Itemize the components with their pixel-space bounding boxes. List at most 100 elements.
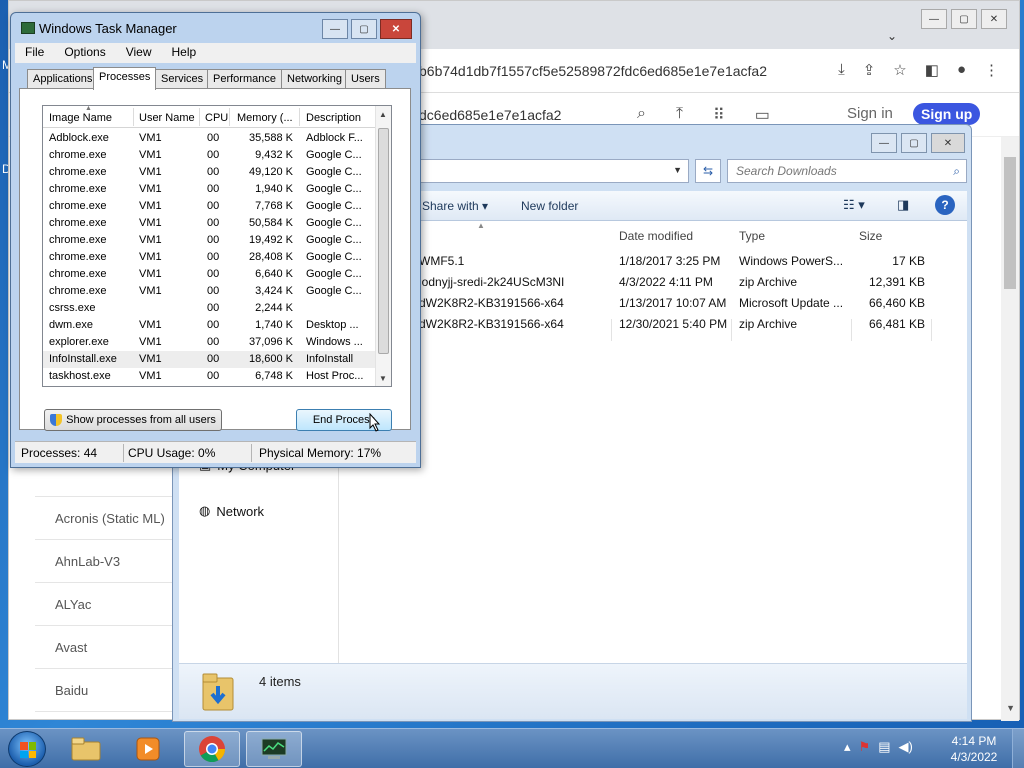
minimize-button[interactable]: —	[871, 133, 897, 153]
list-item[interactable]: AhnLab-V3	[35, 540, 175, 583]
bookmark-star-icon[interactable]: ☆	[893, 61, 906, 79]
preview-pane-icon[interactable]: ◨	[897, 197, 909, 213]
taskbar-chrome[interactable]	[184, 731, 240, 767]
column-header-user[interactable]: User Name	[139, 112, 195, 124]
file-row[interactable]: WMF5.1 1/18/2017 3:25 PM Windows PowerS.…	[419, 251, 965, 272]
scroll-down-arrow-icon[interactable]: ▼	[379, 374, 387, 383]
process-row[interactable]: chrome.exe VM1 00 3,424 K Google C...	[43, 283, 377, 300]
process-user: VM1	[139, 149, 162, 161]
column-header-size[interactable]: Size	[859, 229, 882, 243]
column-header-image[interactable]: Image Name	[49, 112, 112, 124]
process-row[interactable]: chrome.exe VM1 00 7,768 K Google C...	[43, 198, 377, 215]
start-button[interactable]	[8, 731, 46, 767]
refresh-icon[interactable]: ⇆	[695, 159, 721, 183]
apps-grid-icon[interactable]: ⠿	[713, 105, 725, 125]
process-row[interactable]: dwm.exe VM1 00 1,740 K Desktop ...	[43, 317, 377, 334]
tab-services[interactable]: Services	[155, 69, 210, 89]
tab-applications[interactable]: Applications	[27, 69, 99, 89]
process-image: Adblock.exe	[49, 132, 109, 144]
process-row[interactable]: chrome.exe VM1 00 19,492 K Google C...	[43, 232, 377, 249]
chrome-scrollbar[interactable]: ▼	[1001, 137, 1019, 721]
taskbar-explorer[interactable]	[58, 731, 114, 767]
sign-up-button[interactable]: Sign up	[913, 103, 981, 125]
column-header-date[interactable]: Date modified	[619, 229, 693, 243]
address-bar[interactable]: b6b74d1db7f1557cf5e52589872fdc6ed685e1e7…	[419, 55, 814, 87]
list-item[interactable]: Avast	[35, 626, 175, 669]
chat-icon[interactable]: ▭	[755, 105, 770, 125]
process-row[interactable]: taskhost.exe VM1 00 6,748 K Host Proc...	[43, 368, 377, 385]
maximize-button[interactable]: ▢	[951, 9, 977, 29]
file-row[interactable]: lodnyjj-sredi-2k24UScM3NI 4/3/2022 4:11 …	[419, 272, 965, 293]
list-item[interactable]: ALYac	[35, 583, 175, 626]
scrollbar-thumb[interactable]	[378, 128, 389, 354]
column-header-type[interactable]: Type	[739, 229, 765, 243]
column-header-cpu[interactable]: CPU	[205, 112, 228, 124]
view-options-icon[interactable]: ☷ ▾	[843, 197, 865, 213]
close-button[interactable]: ✕	[931, 133, 965, 153]
show-desktop-button[interactable]	[1012, 729, 1024, 768]
process-memory: 9,432 K	[255, 149, 293, 161]
clock[interactable]: 4:14 PM 4/3/2022	[944, 733, 1004, 765]
process-row[interactable]: chrome.exe VM1 00 1,940 K Google C...	[43, 181, 377, 198]
process-row[interactable]: InfoInstall.exe VM1 00 18,600 K InfoInstall	[43, 351, 377, 368]
process-row[interactable]: chrome.exe VM1 00 6,640 K Google C...	[43, 266, 377, 283]
share-icon[interactable]: ⇪	[863, 61, 876, 79]
minimize-button[interactable]: —	[322, 19, 348, 39]
side-panel-icon[interactable]: ◧	[925, 61, 939, 79]
menu-view[interactable]: View	[116, 43, 162, 63]
tab-users[interactable]: Users	[345, 69, 386, 89]
chrome-toolbar-icons: ⤓ ⇪ ☆ ◧ ● ⋮	[838, 61, 999, 79]
menu-file[interactable]: File	[15, 43, 54, 63]
show-all-processes-button[interactable]: Show processes from all users	[44, 409, 222, 431]
minimize-button[interactable]: —	[921, 9, 947, 29]
menu-help[interactable]: Help	[162, 43, 207, 63]
network-tray-icon[interactable]: ▤	[878, 739, 890, 755]
menu-kebab-icon[interactable]: ⋮	[984, 61, 999, 79]
tab-performance[interactable]: Performance	[207, 69, 282, 89]
process-list-scrollbar[interactable]: ▲ ▼	[375, 106, 391, 386]
list-item[interactable]: Acronis (Static ML)	[35, 497, 175, 540]
download-icon[interactable]: ⤓	[838, 61, 845, 79]
dropdown-arrow-icon[interactable]: ▼	[673, 165, 682, 175]
file-row[interactable]: dW2K8R2-KB3191566-x64 1/13/2017 10:07 AM…	[419, 293, 965, 314]
process-row[interactable]: chrome.exe VM1 00 28,408 K Google C...	[43, 249, 377, 266]
taskbar-media-player[interactable]	[120, 731, 176, 767]
process-row[interactable]: Adblock.exe VM1 00 35,588 K Adblock F...	[43, 130, 377, 147]
tab-processes[interactable]: Processes	[93, 67, 157, 90]
process-row[interactable]: chrome.exe VM1 00 49,120 K Google C...	[43, 164, 377, 181]
sort-arrow-icon: ▲	[477, 221, 485, 230]
menu-options[interactable]: Options	[54, 43, 115, 63]
upload-icon[interactable]: ⤒	[676, 105, 683, 125]
help-icon[interactable]: ?	[935, 195, 955, 215]
sign-in-link[interactable]: Sign in	[847, 105, 893, 122]
share-with-button[interactable]: Share with ▾	[422, 199, 488, 213]
tab-networking[interactable]: Networking	[281, 69, 349, 89]
list-item[interactable]: Baidu	[35, 669, 175, 712]
column-header-memory[interactable]: Memory (...	[237, 112, 293, 124]
maximize-button[interactable]: ▢	[351, 19, 377, 39]
scroll-down-arrow-icon[interactable]: ▼	[1006, 703, 1015, 713]
show-hidden-icons-icon[interactable]: ▴	[844, 739, 851, 755]
search-input[interactable]: Search Downloads ⌕	[727, 159, 967, 183]
process-row[interactable]: chrome.exe VM1 00 50,584 K Google C...	[43, 215, 377, 232]
nav-network[interactable]: ◍ Network	[199, 503, 264, 519]
scroll-up-arrow-icon[interactable]: ▲	[379, 110, 387, 119]
new-folder-button[interactable]: New folder	[521, 199, 578, 213]
process-row[interactable]: explorer.exe VM1 00 37,096 K Windows ...	[43, 334, 377, 351]
tab-search-chevron-icon[interactable]: ⌄	[887, 29, 897, 43]
action-center-flag-icon[interactable]: ⚑	[859, 739, 871, 755]
physical-memory: Physical Memory: 17%	[259, 446, 382, 460]
volume-icon[interactable]: ◀)	[898, 739, 912, 755]
maximize-button[interactable]: ▢	[901, 133, 927, 153]
close-button[interactable]: ✕	[380, 19, 412, 39]
profile-icon[interactable]: ●	[957, 61, 966, 79]
process-row[interactable]: chrome.exe VM1 00 9,432 K Google C...	[43, 147, 377, 164]
taskbar-task-manager[interactable]	[246, 731, 302, 767]
search-icon[interactable]: ⌕	[637, 105, 646, 125]
process-row[interactable]: csrss.exe 00 2,244 K	[43, 300, 377, 317]
file-row[interactable]: dW2K8R2-KB3191566-x64 12/30/2021 5:40 PM…	[419, 314, 965, 335]
column-header-description[interactable]: Description	[306, 112, 361, 124]
search-icon[interactable]: ⌕	[953, 164, 960, 179]
close-button[interactable]: ✕	[981, 9, 1007, 29]
scrollbar-thumb[interactable]	[1004, 157, 1016, 289]
